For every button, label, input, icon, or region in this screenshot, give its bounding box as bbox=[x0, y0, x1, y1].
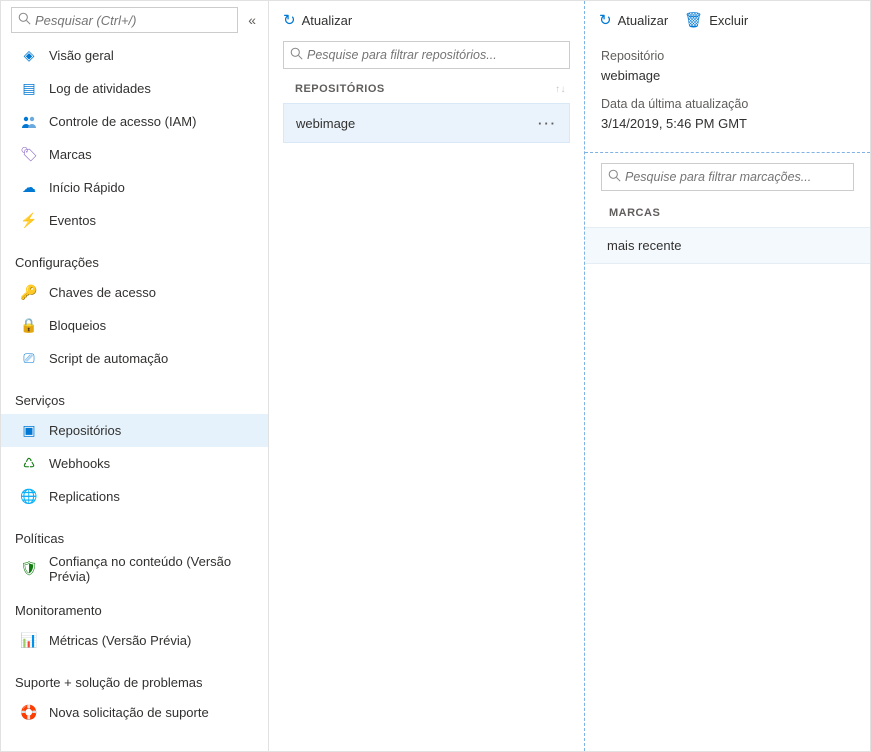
nav-new-support-request[interactable]: 🛟 Nova solicitação de suporte bbox=[1, 696, 268, 729]
tag-name: mais recente bbox=[607, 238, 681, 253]
search-icon bbox=[290, 47, 303, 63]
repositories-icon: ▣ bbox=[21, 423, 37, 439]
repositories-header-label: REPOSITÓRIOS bbox=[295, 83, 385, 95]
sort-icon[interactable]: ↑↓ bbox=[555, 84, 566, 95]
nav-automation-script[interactable]: ⎚ Script de automação bbox=[1, 342, 268, 375]
nav-label: Replications bbox=[49, 489, 120, 504]
refresh-button[interactable]: ↻ Atualizar bbox=[283, 11, 352, 29]
sidebar: « ◈ Visão geral ▤ Log de atividades Cont… bbox=[1, 1, 269, 751]
nav-webhooks[interactable]: ♺ Webhooks bbox=[1, 447, 268, 480]
overview-icon: ◈ bbox=[21, 48, 37, 64]
meta-updated-label: Data da última atualização bbox=[601, 95, 854, 114]
automation-icon: ⎚ bbox=[21, 351, 37, 367]
tags-search-input[interactable] bbox=[625, 170, 847, 184]
lock-icon: 🔒 bbox=[21, 318, 37, 334]
nav-quickstart[interactable]: ☁ Início Rápido bbox=[1, 171, 268, 204]
sidebar-nav-policies: 🛡 Confiança no conteúdo (Versão Prévia) bbox=[1, 552, 268, 585]
replications-icon: 🌐 bbox=[21, 489, 37, 505]
detail-refresh-button[interactable]: ↻ Atualizar bbox=[599, 11, 668, 29]
repositories-search-box[interactable] bbox=[283, 41, 570, 69]
nav-label: Bloqueios bbox=[49, 318, 106, 333]
sidebar-search-row: « bbox=[1, 7, 268, 39]
more-actions-button[interactable]: ··· bbox=[538, 116, 557, 131]
tag-row[interactable]: mais recente bbox=[585, 227, 870, 264]
nav-label: Eventos bbox=[49, 213, 96, 228]
nav-access-keys[interactable]: 🔑 Chaves de acesso bbox=[1, 276, 268, 309]
keys-icon: 🔑 bbox=[21, 285, 37, 301]
section-title-monitoring: Monitoramento bbox=[1, 585, 268, 624]
access-control-icon bbox=[21, 114, 37, 130]
search-icon bbox=[608, 169, 621, 185]
collapse-sidebar-button[interactable]: « bbox=[244, 10, 260, 30]
repositories-search-input[interactable] bbox=[307, 48, 563, 62]
delete-icon: 🗑 bbox=[684, 11, 703, 29]
section-title-policies: Políticas bbox=[1, 513, 268, 552]
section-title-settings: Configurações bbox=[1, 237, 268, 276]
repository-detail-panel: ↻ Atualizar 🗑 Excluir Repositório webima… bbox=[584, 1, 870, 751]
nav-label: Webhooks bbox=[49, 456, 110, 471]
delete-label: Excluir bbox=[709, 13, 748, 28]
nav-overview[interactable]: ◈ Visão geral bbox=[1, 39, 268, 72]
nav-label: Controle de acesso (IAM) bbox=[49, 114, 196, 129]
sidebar-nav-support: 🛟 Nova solicitação de suporte bbox=[1, 696, 268, 729]
search-icon bbox=[18, 12, 31, 28]
nav-events[interactable]: ⚡ Eventos bbox=[1, 204, 268, 237]
quickstart-icon: ☁ bbox=[21, 180, 37, 196]
nav-label: Script de automação bbox=[49, 351, 168, 366]
section-title-services: Serviços bbox=[1, 375, 268, 414]
nav-label: Início Rápido bbox=[49, 180, 125, 195]
repositories-list-header[interactable]: REPOSITÓRIOS ↑↓ bbox=[269, 77, 584, 103]
content-trust-icon: 🛡 bbox=[21, 561, 37, 577]
section-title-support: Suporte + solução de problemas bbox=[1, 657, 268, 696]
nav-access-control[interactable]: Controle de acesso (IAM) bbox=[1, 105, 268, 138]
metrics-icon: 📊 bbox=[21, 633, 37, 649]
nav-label: Marcas bbox=[49, 147, 92, 162]
webhooks-icon: ♺ bbox=[21, 456, 37, 472]
sidebar-search-box[interactable] bbox=[11, 7, 238, 33]
repository-meta: Repositório webimage Data da última atua… bbox=[585, 41, 870, 148]
nav-label: Log de atividades bbox=[49, 81, 151, 96]
refresh-icon: ↻ bbox=[283, 11, 296, 29]
sidebar-nav-monitoring: 📊 Métricas (Versão Prévia) bbox=[1, 624, 268, 657]
sidebar-nav-services: ▣ Repositórios ♺ Webhooks 🌐 Replications bbox=[1, 414, 268, 513]
nav-replications[interactable]: 🌐 Replications bbox=[1, 480, 268, 513]
nav-label: Repositórios bbox=[49, 423, 121, 438]
sidebar-nav-top: ◈ Visão geral ▤ Log de atividades Contro… bbox=[1, 39, 268, 237]
refresh-label: Atualizar bbox=[618, 13, 669, 28]
nav-content-trust[interactable]: 🛡 Confiança no conteúdo (Versão Prévia) bbox=[1, 552, 268, 585]
divider bbox=[585, 152, 870, 153]
repositories-panel: ↻ Atualizar REPOSITÓRIOS ↑↓ webimage ··· bbox=[269, 1, 585, 751]
sidebar-search-input[interactable] bbox=[35, 13, 231, 28]
nav-repositories[interactable]: ▣ Repositórios bbox=[1, 414, 268, 447]
meta-updated-value: 3/14/2019, 5:46 PM GMT bbox=[601, 114, 854, 134]
events-icon: ⚡ bbox=[21, 213, 37, 229]
meta-repo-label: Repositório bbox=[601, 47, 854, 66]
nav-label: Nova solicitação de suporte bbox=[49, 705, 209, 720]
nav-label: Confiança no conteúdo (Versão Prévia) bbox=[49, 554, 256, 584]
detail-delete-button[interactable]: 🗑 Excluir bbox=[684, 11, 748, 29]
nav-locks[interactable]: 🔒 Bloqueios bbox=[1, 309, 268, 342]
nav-label: Chaves de acesso bbox=[49, 285, 156, 300]
nav-tags[interactable]: 🏷 Marcas bbox=[1, 138, 268, 171]
tags-icon: 🏷 bbox=[21, 147, 37, 163]
sidebar-nav-settings: 🔑 Chaves de acesso 🔒 Bloqueios ⎚ Script … bbox=[1, 276, 268, 375]
nav-metrics[interactable]: 📊 Métricas (Versão Prévia) bbox=[1, 624, 268, 657]
nav-label: Visão geral bbox=[49, 48, 114, 63]
repository-row[interactable]: webimage ··· bbox=[283, 103, 570, 143]
detail-toolbar: ↻ Atualizar 🗑 Excluir bbox=[585, 3, 870, 41]
refresh-label: Atualizar bbox=[302, 13, 353, 28]
repositories-toolbar: ↻ Atualizar bbox=[269, 3, 584, 41]
activity-log-icon: ▤ bbox=[21, 81, 37, 97]
tags-search-box[interactable] bbox=[601, 163, 854, 191]
tags-header: MARCAS bbox=[585, 197, 870, 227]
meta-repo-value: webimage bbox=[601, 66, 854, 86]
nav-activity-log[interactable]: ▤ Log de atividades bbox=[1, 72, 268, 105]
refresh-icon: ↻ bbox=[599, 11, 612, 29]
nav-label: Métricas (Versão Prévia) bbox=[49, 633, 191, 648]
support-icon: 🛟 bbox=[21, 705, 37, 721]
repository-name: webimage bbox=[296, 116, 355, 131]
